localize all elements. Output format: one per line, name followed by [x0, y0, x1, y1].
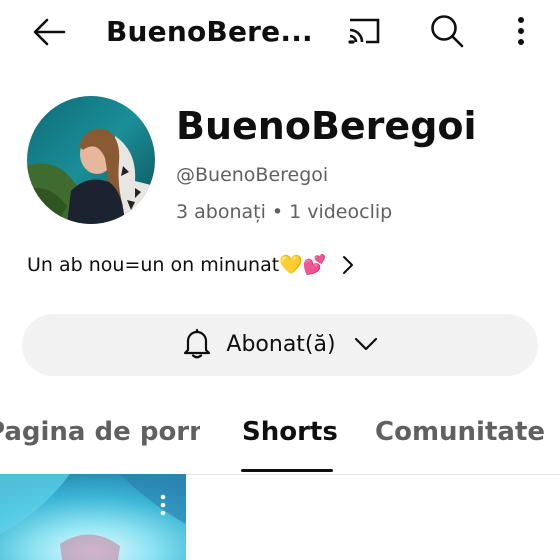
channel-description-row[interactable]: Un ab nou=un on minunat💛💕 — [27, 249, 355, 281]
more-vertical-icon[interactable] — [506, 10, 536, 52]
tab-community[interactable]: Comunitate — [375, 412, 545, 452]
subscribed-label: Abonat(ă) — [226, 332, 336, 357]
channel-handle: @BuenoBeregoi — [176, 164, 329, 186]
selected-tab-indicator — [241, 469, 333, 472]
chevron-down-icon — [354, 336, 378, 355]
subscribed-button[interactable]: Abonat(ă) — [22, 314, 538, 376]
channel-tabs: Pagina de pornire Shorts Comunitate — [0, 398, 560, 475]
tab-shorts[interactable]: Shorts — [242, 412, 338, 452]
channel-stats: 3 abonați • 1 videoclip — [176, 197, 392, 227]
tab-home[interactable]: Pagina de pornire — [0, 412, 200, 452]
bell-icon — [182, 327, 212, 363]
subscriber-count: 3 abonați — [176, 201, 266, 223]
chevron-right-icon — [341, 254, 355, 276]
stats-separator: • — [271, 201, 284, 223]
top-app-bar: BuenoBere... — [0, 0, 560, 62]
cast-icon[interactable] — [338, 10, 388, 52]
video-count: 1 videoclip — [289, 201, 393, 223]
back-arrow-icon[interactable] — [26, 12, 72, 52]
short-more-icon[interactable] — [152, 490, 174, 520]
search-icon[interactable] — [424, 10, 470, 52]
channel-description: Un ab nou=un on minunat💛💕 — [27, 254, 327, 276]
channel-avatar[interactable] — [27, 96, 155, 224]
channel-name: BuenoBeregoi — [176, 104, 477, 148]
top-bar-title: BuenoBere... — [106, 15, 313, 48]
